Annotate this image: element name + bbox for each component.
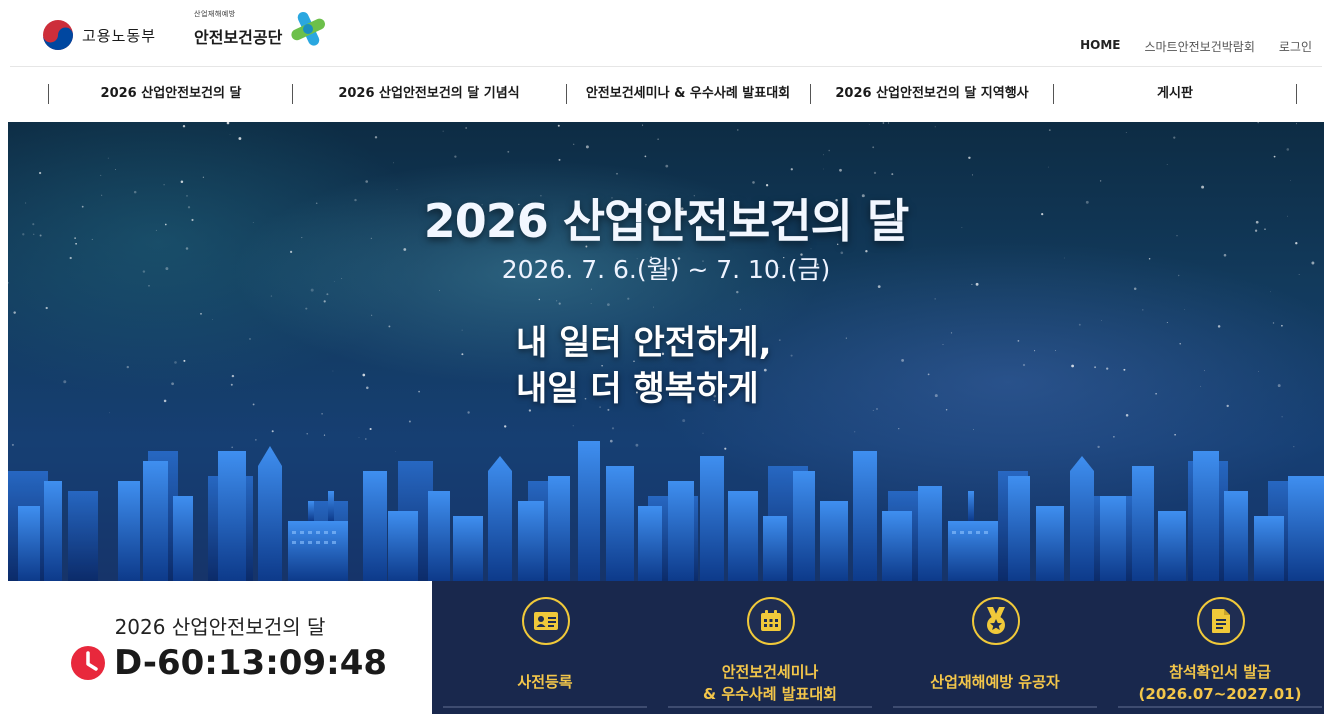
- quick-menu-label: 안전보건세미나 & 우수사례 발표대회: [662, 661, 878, 705]
- nav-item-regional-events[interactable]: 2026 산업안전보건의 달 지역행사: [812, 84, 1052, 104]
- agency-cross-icon: [291, 11, 326, 46]
- ministry-logo[interactable]: 고용노동부: [42, 19, 156, 51]
- quick-menu-label: 참석확인서 발급 (2026.07~2027.01): [1112, 661, 1324, 705]
- quick-menu-underline: [443, 706, 647, 708]
- hero-slogan: 내 일터 안전하게, 내일 더 행복하게: [516, 320, 772, 412]
- quick-menu-underline: [893, 706, 1097, 708]
- medal-icon: [972, 597, 1020, 645]
- hero-date: 2026. 7. 6.(월) ~ 7. 10.(금): [501, 255, 831, 284]
- quick-menu-label-line1: 사전등록: [517, 673, 573, 691]
- quick-menu-seminar[interactable]: 안전보건세미나 & 우수사례 발표대회: [662, 581, 878, 714]
- countdown-label: 2026 산업안전보건의 달: [114, 615, 326, 639]
- id-card-icon: [522, 597, 570, 645]
- hero-slogan-line-1: 내 일터 안전하게,: [516, 323, 772, 363]
- taegeuk-logo-icon: [43, 20, 73, 50]
- calendar-icon: [747, 597, 795, 645]
- home-link[interactable]: HOME: [1080, 38, 1120, 55]
- agency-name: 안전보건공단: [194, 28, 283, 47]
- quick-menu-label: 산업재해예방 유공자: [887, 671, 1103, 693]
- nav-separator: [810, 84, 811, 104]
- quick-menu-label-line2: & 우수사례 발표대회: [703, 685, 837, 703]
- quick-menu-attendance-certificate[interactable]: 참석확인서 발급 (2026.07~2027.01): [1112, 581, 1324, 714]
- nav-item-board[interactable]: 게시판: [1055, 84, 1295, 104]
- smart-safety-expo-link[interactable]: 스마트안전보건박람회: [1144, 38, 1254, 55]
- clock-icon: [71, 646, 105, 680]
- site-header: 고용노동부 산업재해예방 안전보건공단 HOME 스마트안전보건박람회 로그인: [0, 0, 1324, 67]
- hero-banner: 2026 산업안전보건의 달 2026. 7. 6.(월) ~ 7. 10.(금…: [8, 122, 1324, 581]
- main-navigation: 2026 산업안전보건의 달 2026 산업안전보건의 달 기념식 안전보건세미…: [0, 67, 1324, 122]
- quick-menu: 사전등록 안전보건세미나 & 우수사례 발표대회 산업재해예방 유공자 참석확인…: [432, 581, 1324, 714]
- quick-menu-merit-awardees[interactable]: 산업재해예방 유공자: [887, 581, 1103, 714]
- nav-item-safety-month[interactable]: 2026 산업안전보건의 달: [50, 84, 292, 104]
- quick-menu-underline: [1118, 706, 1322, 708]
- nav-separator: [1296, 84, 1297, 104]
- countdown-panel: 2026 산업안전보건의 달 D-60:13:09:48: [0, 581, 432, 714]
- login-link[interactable]: 로그인: [1279, 38, 1312, 55]
- hero-title: 2026 산업안전보건의 달: [423, 194, 910, 248]
- quick-menu-preregistration[interactable]: 사전등록: [437, 581, 653, 714]
- nav-item-ceremony[interactable]: 2026 산업안전보건의 달 기념식: [294, 84, 564, 104]
- nav-item-seminar[interactable]: 안전보건세미나 & 우수사례 발표대회: [568, 84, 808, 104]
- city-skyline-illustration: [8, 441, 1324, 581]
- countdown-value: D-60:13:09:48: [114, 643, 388, 683]
- ministry-name: 고용노동부: [82, 26, 157, 45]
- quick-menu-label-line1: 참석확인서 발급: [1169, 663, 1271, 681]
- nav-separator: [48, 84, 49, 104]
- nav-separator: [566, 84, 567, 104]
- quick-menu-label-line1: 안전보건세미나: [721, 663, 819, 681]
- quick-menu-label: 사전등록: [437, 671, 653, 693]
- quick-menu-label-line2: (2026.07~2027.01): [1138, 685, 1302, 703]
- hero-slogan-line-2: 내일 더 행복하게: [516, 369, 759, 409]
- nav-separator: [1053, 84, 1054, 104]
- agency-subtitle: 산업재해예방: [194, 10, 236, 18]
- nav-separator: [292, 84, 293, 104]
- quick-menu-underline: [668, 706, 872, 708]
- countdown-timer: D-60:13:09:48: [70, 643, 387, 683]
- quick-menu-label-line1: 산업재해예방 유공자: [930, 673, 1060, 691]
- document-icon: [1197, 597, 1245, 645]
- utility-links: HOME 스마트안전보건박람회 로그인: [1080, 38, 1312, 55]
